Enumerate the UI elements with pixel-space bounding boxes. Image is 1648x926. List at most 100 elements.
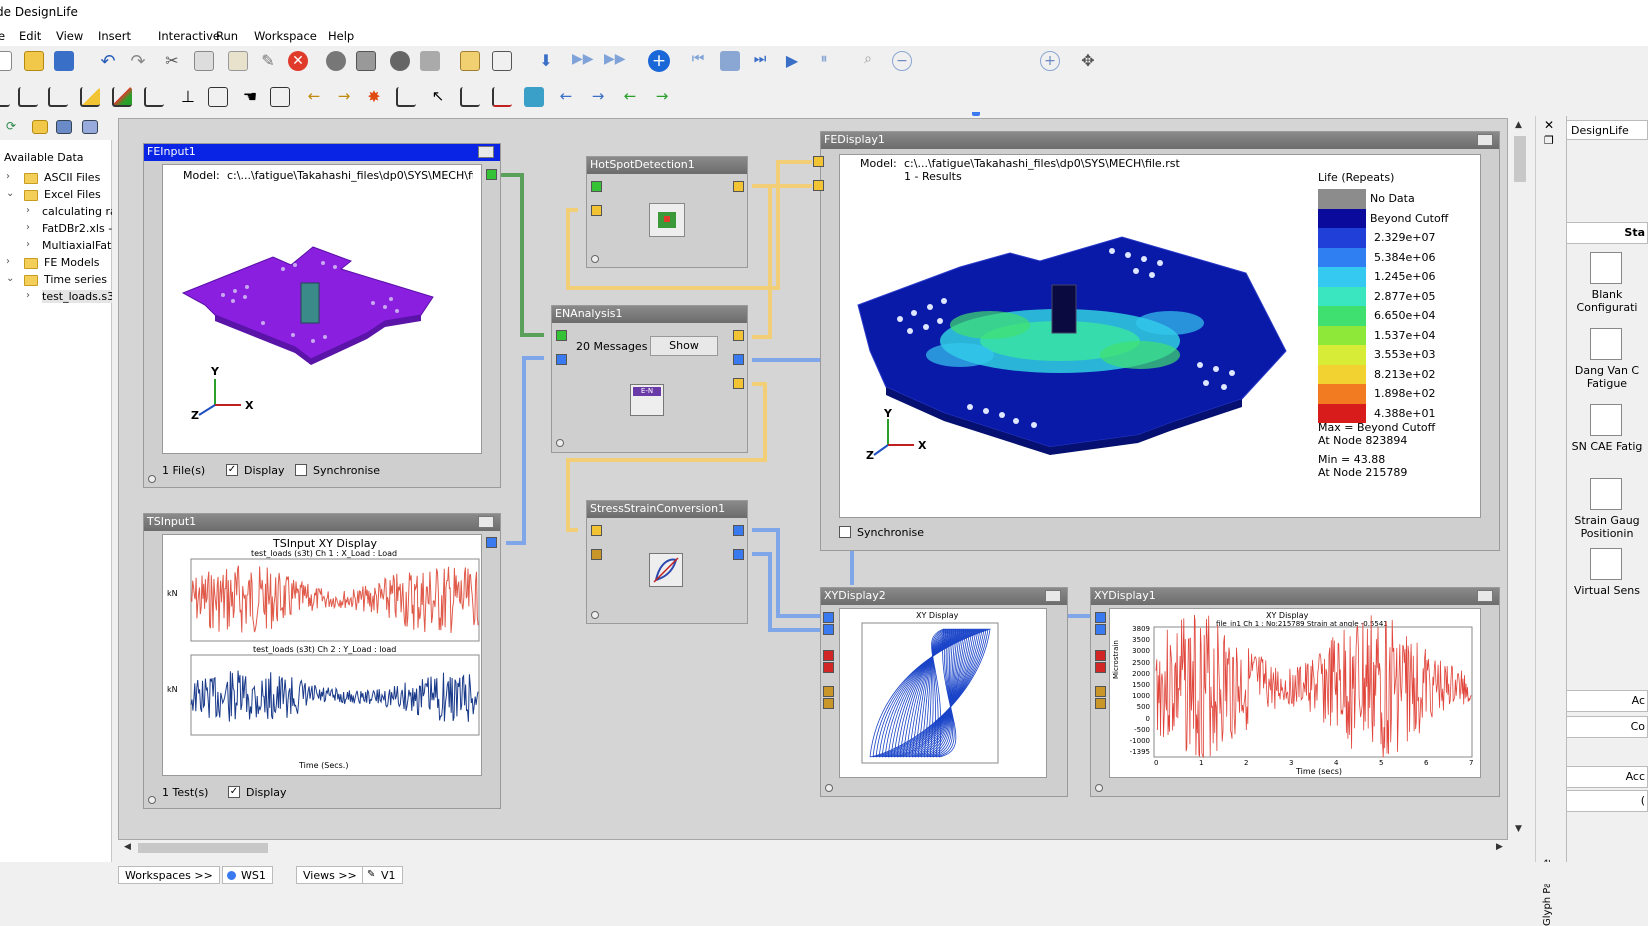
new-icon[interactable] [0, 51, 12, 71]
tsinput-plot[interactable]: TSInput XY Display test_loads (s3t) Ch 1… [162, 534, 482, 776]
download-icon[interactable]: ⬇ [536, 51, 556, 71]
palette-item-label[interactable]: Dang Van C Fatigue [1566, 364, 1648, 390]
green-left-glyph-icon[interactable]: ← [620, 87, 640, 107]
settings-icon[interactable] [326, 51, 346, 71]
burst-glyph-icon[interactable]: ✸ [364, 87, 384, 107]
chart3-glyph-icon[interactable] [80, 87, 100, 107]
stressstrain-title[interactable]: StressStrainConversion1 [587, 501, 747, 518]
layout-icon[interactable] [420, 51, 440, 71]
xydisplay2-input-blue[interactable] [823, 612, 834, 623]
cut-icon[interactable]: ✂ [162, 51, 182, 71]
collapse-icon[interactable]: ⌄ [6, 188, 14, 199]
xydisplay1-window[interactable]: XYDisplay1 XY Display file_in1 Ch 1 : No… [1090, 587, 1500, 797]
v1-tab[interactable]: ✎ V1 [362, 866, 403, 884]
enanalysis-output-blue[interactable] [733, 354, 744, 365]
palette-button[interactable]: Acc [1566, 766, 1648, 788]
scroll-up-icon[interactable]: ▲ [1515, 120, 1522, 130]
folder-icon[interactable] [32, 120, 48, 134]
palette-item-label[interactable]: Virtual Sens [1566, 584, 1648, 597]
close-icon[interactable]: ✕ [1544, 118, 1554, 132]
histogram-glyph-icon[interactable] [208, 87, 228, 107]
hscroll-thumb[interactable] [138, 843, 268, 853]
xydisplay1-input-blue2[interactable] [1095, 624, 1106, 635]
views-tab[interactable]: Views >> [296, 866, 364, 884]
add-circle-icon[interactable]: + [648, 50, 670, 72]
xydisplay2-input-red2[interactable] [823, 662, 834, 673]
open-icon[interactable] [24, 51, 44, 71]
sn-icon[interactable] [1590, 404, 1622, 436]
xydisplay2-title[interactable]: XYDisplay2 [821, 588, 1067, 605]
fedisplay-window[interactable]: FEDisplay1 Model: c:\...\fatigue\Takahas… [813, 131, 1500, 551]
expand-icon[interactable]: › [26, 290, 30, 301]
question-icon[interactable] [1590, 252, 1622, 284]
xydisplay2-maximize-button[interactable] [1045, 590, 1061, 602]
enanalysis-window[interactable]: ENAnalysis1 20 Messages Show E-N [551, 305, 748, 453]
hotspot-output-yellow[interactable] [733, 181, 744, 192]
zoom-out-icon[interactable]: − [892, 51, 912, 71]
feinput-output-port[interactable] [486, 169, 497, 180]
fedisplay-maximize-button[interactable] [1477, 134, 1493, 146]
tree-item[interactable]: › test_loads.s3 [0, 289, 112, 306]
palette-button[interactable]: ( [1566, 790, 1648, 812]
paste-icon[interactable] [228, 51, 248, 71]
axis-glyph-icon[interactable] [0, 87, 10, 107]
chart5-glyph-icon[interactable] [144, 87, 164, 107]
menu-interactive[interactable]: Interactive [158, 29, 220, 43]
feinput-display-checkbox[interactable]: ✓ [226, 464, 238, 476]
play-icon[interactable]: ▶ [782, 51, 802, 71]
vscroll-thumb[interactable] [1514, 136, 1526, 182]
sfe-icon[interactable] [1590, 328, 1622, 360]
xydisplay1-input-orange2[interactable] [1095, 698, 1106, 709]
feinput-view[interactable]: Model: c:\...\fatigue\Takahashi_files\dp… [162, 164, 482, 454]
fedisplay-view[interactable]: Model: c:\...\fatigue\Takahashi_files\dp… [839, 154, 1481, 518]
palette-item-label[interactable]: SN CAE Fatig [1566, 440, 1648, 453]
hand-glyph-icon[interactable]: ☚ [240, 87, 260, 107]
rewind-icon[interactable]: ⏮ [688, 51, 708, 71]
solid-glyph-icon[interactable] [524, 87, 544, 107]
xydisplay1-input-red2[interactable] [1095, 662, 1106, 673]
axes3d-glyph-icon[interactable]: ⊥ [178, 87, 198, 107]
enanalysis-output-yellow[interactable] [733, 330, 744, 341]
expand-icon[interactable]: › [6, 171, 10, 182]
tsinput-maximize-button[interactable] [478, 516, 494, 528]
xydisplay1-input-orange[interactable] [1095, 686, 1106, 697]
pause-icon[interactable]: ⏸ [814, 51, 834, 71]
hotspot-title[interactable]: HotSpotDetection1 [587, 157, 747, 174]
palette-button[interactable]: Ac [1566, 690, 1648, 712]
formula-glyph-icon[interactable] [270, 87, 290, 107]
tree-item[interactable]: › FE Models [0, 255, 112, 272]
menu-edit[interactable]: Edit [19, 29, 41, 43]
arrow-right-glyph-icon[interactable]: → [334, 87, 354, 107]
tree-item[interactable]: › calculating ra [0, 204, 112, 221]
blue-right-glyph-icon[interactable]: → [588, 87, 608, 107]
tree-item[interactable]: ⌄ Excel Files [0, 187, 112, 204]
menu-help[interactable]: Help [328, 29, 354, 43]
feinput-window[interactable]: FEInput1 Model: c:\...\fatigue\Takahashi… [143, 143, 501, 488]
feinput-sync-checkbox[interactable] [295, 464, 307, 476]
expand-icon[interactable]: › [26, 222, 30, 233]
xydisplay1-input-red[interactable] [1095, 650, 1106, 661]
workspaces-tab[interactable]: Workspaces >> [118, 866, 220, 884]
green-right-glyph-icon[interactable]: → [652, 87, 672, 107]
tsinput-window[interactable]: TSInput1 TSInput XY Display test_loads (… [143, 513, 501, 809]
arrow-left-glyph-icon[interactable]: ← [304, 87, 324, 107]
refresh-icon[interactable]: ⟳ [6, 119, 22, 135]
curve-glyph-icon[interactable] [492, 87, 512, 107]
tree-item[interactable]: › MultiaxialFat [0, 238, 112, 255]
xydisplay1-maximize-button[interactable] [1477, 590, 1493, 602]
step-icon[interactable]: ▶▶ [572, 51, 594, 71]
expand-icon[interactable]: › [6, 256, 10, 267]
undo-icon[interactable]: ↶ [98, 51, 118, 72]
tree-item[interactable]: › FatDBr2.xls - [0, 221, 112, 238]
chart2-glyph-icon[interactable] [48, 87, 68, 107]
tree-item[interactable]: ⌄ Time series [0, 272, 112, 289]
stop-icon[interactable] [720, 51, 740, 71]
menu-file[interactable]: e [0, 29, 5, 43]
canvas-hscroll[interactable]: ◀ ▶ [118, 840, 1508, 856]
copy-icon[interactable] [194, 51, 214, 71]
stressstrain-input-yellow[interactable] [591, 525, 602, 536]
palette-item-label[interactable]: Strain Gaug Positionin [1566, 514, 1648, 540]
stressstrain-input-orange[interactable] [591, 549, 602, 560]
hotspot-input-yellow[interactable] [591, 205, 602, 216]
restore-icon[interactable]: ❐ [1544, 134, 1554, 147]
